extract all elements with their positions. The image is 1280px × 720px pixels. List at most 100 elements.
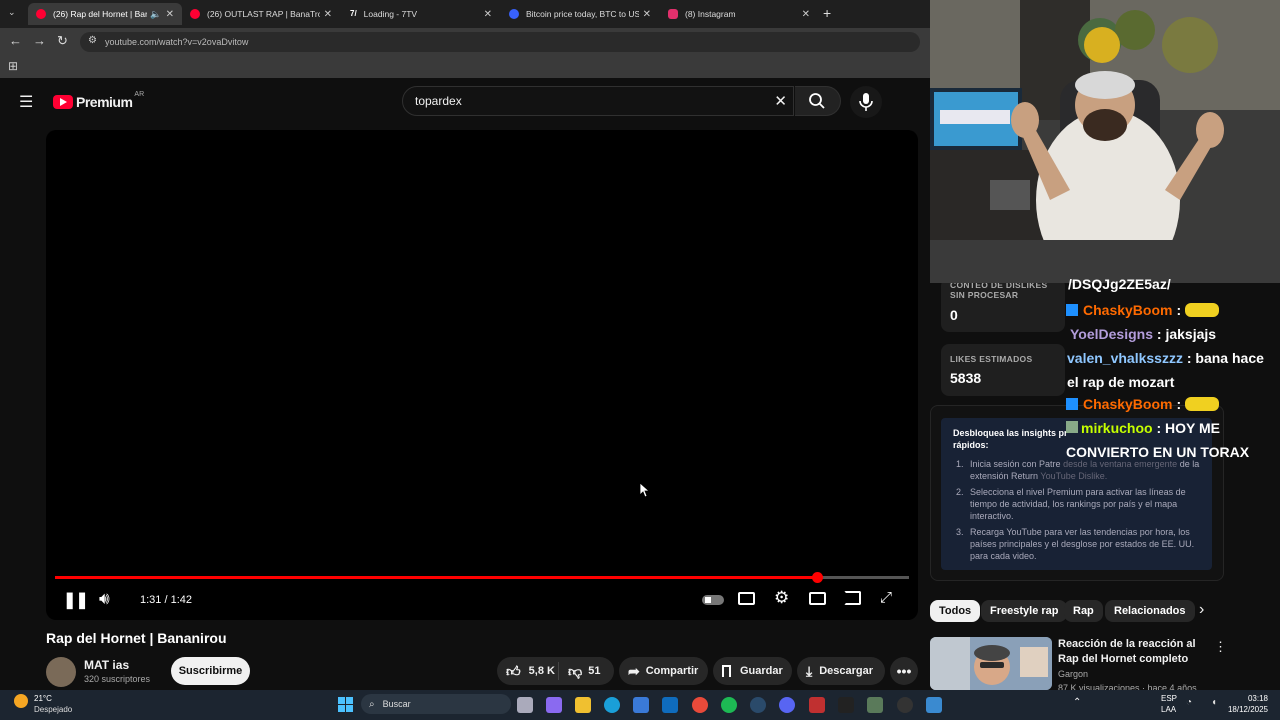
tab-1[interactable]: (26) Rap del Hornet | Banan 🔈 ✕ [28, 3, 182, 25]
task-view-icon[interactable] [517, 697, 533, 713]
theater-mode-icon[interactable] [809, 592, 826, 605]
chip-relacionados[interactable]: Relacionados [1105, 600, 1195, 622]
autoplay-toggle[interactable] [702, 595, 724, 605]
thumbs-up-icon: 👍︎ [506, 662, 521, 679]
steam-icon[interactable] [750, 697, 766, 713]
recommendation-title[interactable]: Reacción de la reacción al Rap del Horne… [1058, 637, 1208, 667]
tab-5[interactable]: (8) Instagram ✕ [660, 3, 818, 25]
taskbar-search-label: Buscar [382, 699, 411, 709]
capcut-icon[interactable] [838, 697, 854, 713]
copilot-icon[interactable] [546, 697, 562, 713]
channel-name[interactable]: MAT ias [84, 658, 129, 672]
tab-2[interactable]: (26) OUTLAST RAP | BanaTroll ( ✕ [182, 3, 340, 25]
wifi-icon[interactable]: ◔ [1186, 697, 1192, 708]
start-button[interactable] [338, 697, 353, 712]
apps-grid-icon[interactable]: ⊞ [8, 59, 18, 73]
chat-message: ChaskyBoom: [1066, 392, 1220, 416]
weather-temp[interactable]: 21°C [34, 694, 52, 703]
progress-scrubber[interactable] [811, 572, 823, 583]
emote-icon [1185, 303, 1220, 317]
outlook-icon[interactable] [662, 697, 678, 713]
video-title: Rap del Hornet | Bananirou [46, 630, 227, 646]
chip-todos[interactable]: Todos [930, 600, 981, 622]
subscriber-count: 320 suscriptores [84, 674, 151, 684]
share-icon: ➦ [628, 662, 640, 679]
bookmark-icon [722, 665, 731, 677]
chat-user: mirkuchoo [1081, 420, 1153, 436]
chip-freestyle-rap[interactable]: Freestyle rap [981, 600, 1068, 622]
video-player[interactable]: ❚❚ 🔊︎ 1:31 / 1:42 ⚙ ⤢ [46, 130, 918, 620]
save-label: Guardar [740, 665, 783, 677]
channel-avatar[interactable] [46, 657, 76, 687]
taskbar-search[interactable]: ⌕ Buscar [361, 694, 511, 714]
close-tab-icon[interactable]: ✕ [324, 9, 332, 20]
url-field[interactable]: ⚙ youtube.com/watch?v=v2ovaDvitow [80, 32, 920, 52]
volume-icon[interactable]: ◖ [1211, 697, 1217, 708]
download-button[interactable]: ⤓ Descargar [797, 657, 885, 685]
youtube-icon [36, 9, 46, 19]
chip-rap[interactable]: Rap [1064, 600, 1103, 622]
app-icon[interactable] [809, 697, 825, 713]
tab-list-chevron-icon[interactable]: ⌄ [8, 7, 16, 18]
chevron-right-icon[interactable]: › [1199, 601, 1204, 619]
language-indicator[interactable]: ESP [1161, 694, 1177, 703]
clear-search-icon[interactable]: ✕ [774, 92, 787, 110]
chevron-up-icon[interactable]: ⌃ [1073, 697, 1081, 708]
obs-icon[interactable] [897, 697, 913, 713]
site-info-icon[interactable]: ⚙ [88, 35, 97, 46]
close-tab-icon[interactable]: ✕ [802, 9, 810, 20]
emote-icon [1185, 397, 1220, 411]
voice-search-button[interactable] [850, 86, 882, 118]
close-tab-icon[interactable]: ✕ [166, 9, 174, 20]
chat-message: YoelDesigns : jaksjajs [1070, 326, 1217, 342]
like-button[interactable]: 👍︎ 5,8 K [497, 662, 559, 680]
chrome-icon[interactable] [692, 697, 708, 713]
instagram-icon [668, 9, 678, 19]
chat-message: ChaskyBoom: [1066, 298, 1220, 322]
search-icon [809, 93, 825, 109]
settings-gear-icon[interactable]: ⚙ [774, 588, 789, 608]
subtitles-icon[interactable] [738, 592, 755, 605]
fullscreen-icon[interactable]: ⤢ [880, 589, 892, 606]
thumbs-down-icon: 👎︎ [568, 662, 583, 679]
reload-icon[interactable]: ↻ [57, 33, 68, 49]
tab-3[interactable]: 7/ Loading - 7TV ✕ [342, 3, 500, 25]
search-value: topardex [415, 94, 462, 108]
close-tab-icon[interactable]: ✕ [484, 9, 492, 20]
clock-time[interactable]: 03:18 [1218, 694, 1268, 703]
cast-icon[interactable] [844, 591, 861, 605]
search-input[interactable]: topardex ✕ [402, 86, 794, 116]
store-icon[interactable] [633, 697, 649, 713]
webcam-overlay [930, 0, 1280, 283]
app-icon[interactable] [867, 697, 883, 713]
more-actions-button[interactable]: ••• [890, 657, 918, 685]
back-icon[interactable]: ← [9, 33, 22, 48]
search-button[interactable] [795, 86, 841, 116]
like-dislike-group: 👍︎ 5,8 K 👎︎ 51 [497, 657, 614, 685]
tab-4[interactable]: Bitcoin price today, BTC to USD ✕ [501, 3, 659, 25]
share-button[interactable]: ➦ Compartir [619, 657, 708, 685]
youtube-logo[interactable]: Premium AR [53, 91, 144, 110]
discord-icon[interactable] [779, 697, 795, 713]
estimated-likes-value: 5838 [950, 370, 982, 386]
volume-icon[interactable]: 🔊︎ [99, 589, 110, 609]
new-tab-icon[interactable]: + [823, 5, 831, 21]
kebab-menu-icon[interactable]: ⋮ [1214, 639, 1227, 655]
subscribe-button[interactable]: Suscribirme [171, 657, 250, 685]
progress-bar[interactable] [55, 572, 909, 583]
save-button[interactable]: Guardar [713, 657, 792, 685]
menu-icon[interactable]: ☰ [19, 92, 33, 112]
dislike-button[interactable]: 👎︎ 51 [559, 663, 600, 680]
chat-user: YoelDesigns [1070, 326, 1153, 342]
weather-icon[interactable] [14, 694, 28, 708]
address-bar-row: ← → ↻ ⚙ youtube.com/watch?v=v2ovaDvitow [0, 28, 930, 56]
pause-icon[interactable]: ❚❚ [63, 590, 89, 610]
recommendation-thumbnail[interactable] [930, 637, 1052, 690]
file-explorer-icon[interactable] [575, 697, 591, 713]
app-icon[interactable] [926, 697, 942, 713]
close-tab-icon[interactable]: ✕ [643, 9, 651, 20]
clock-date: 18/12/2025 [1227, 705, 1268, 714]
edge-icon[interactable] [604, 697, 620, 713]
forward-icon[interactable]: → [33, 33, 46, 48]
spotify-icon[interactable] [721, 697, 737, 713]
